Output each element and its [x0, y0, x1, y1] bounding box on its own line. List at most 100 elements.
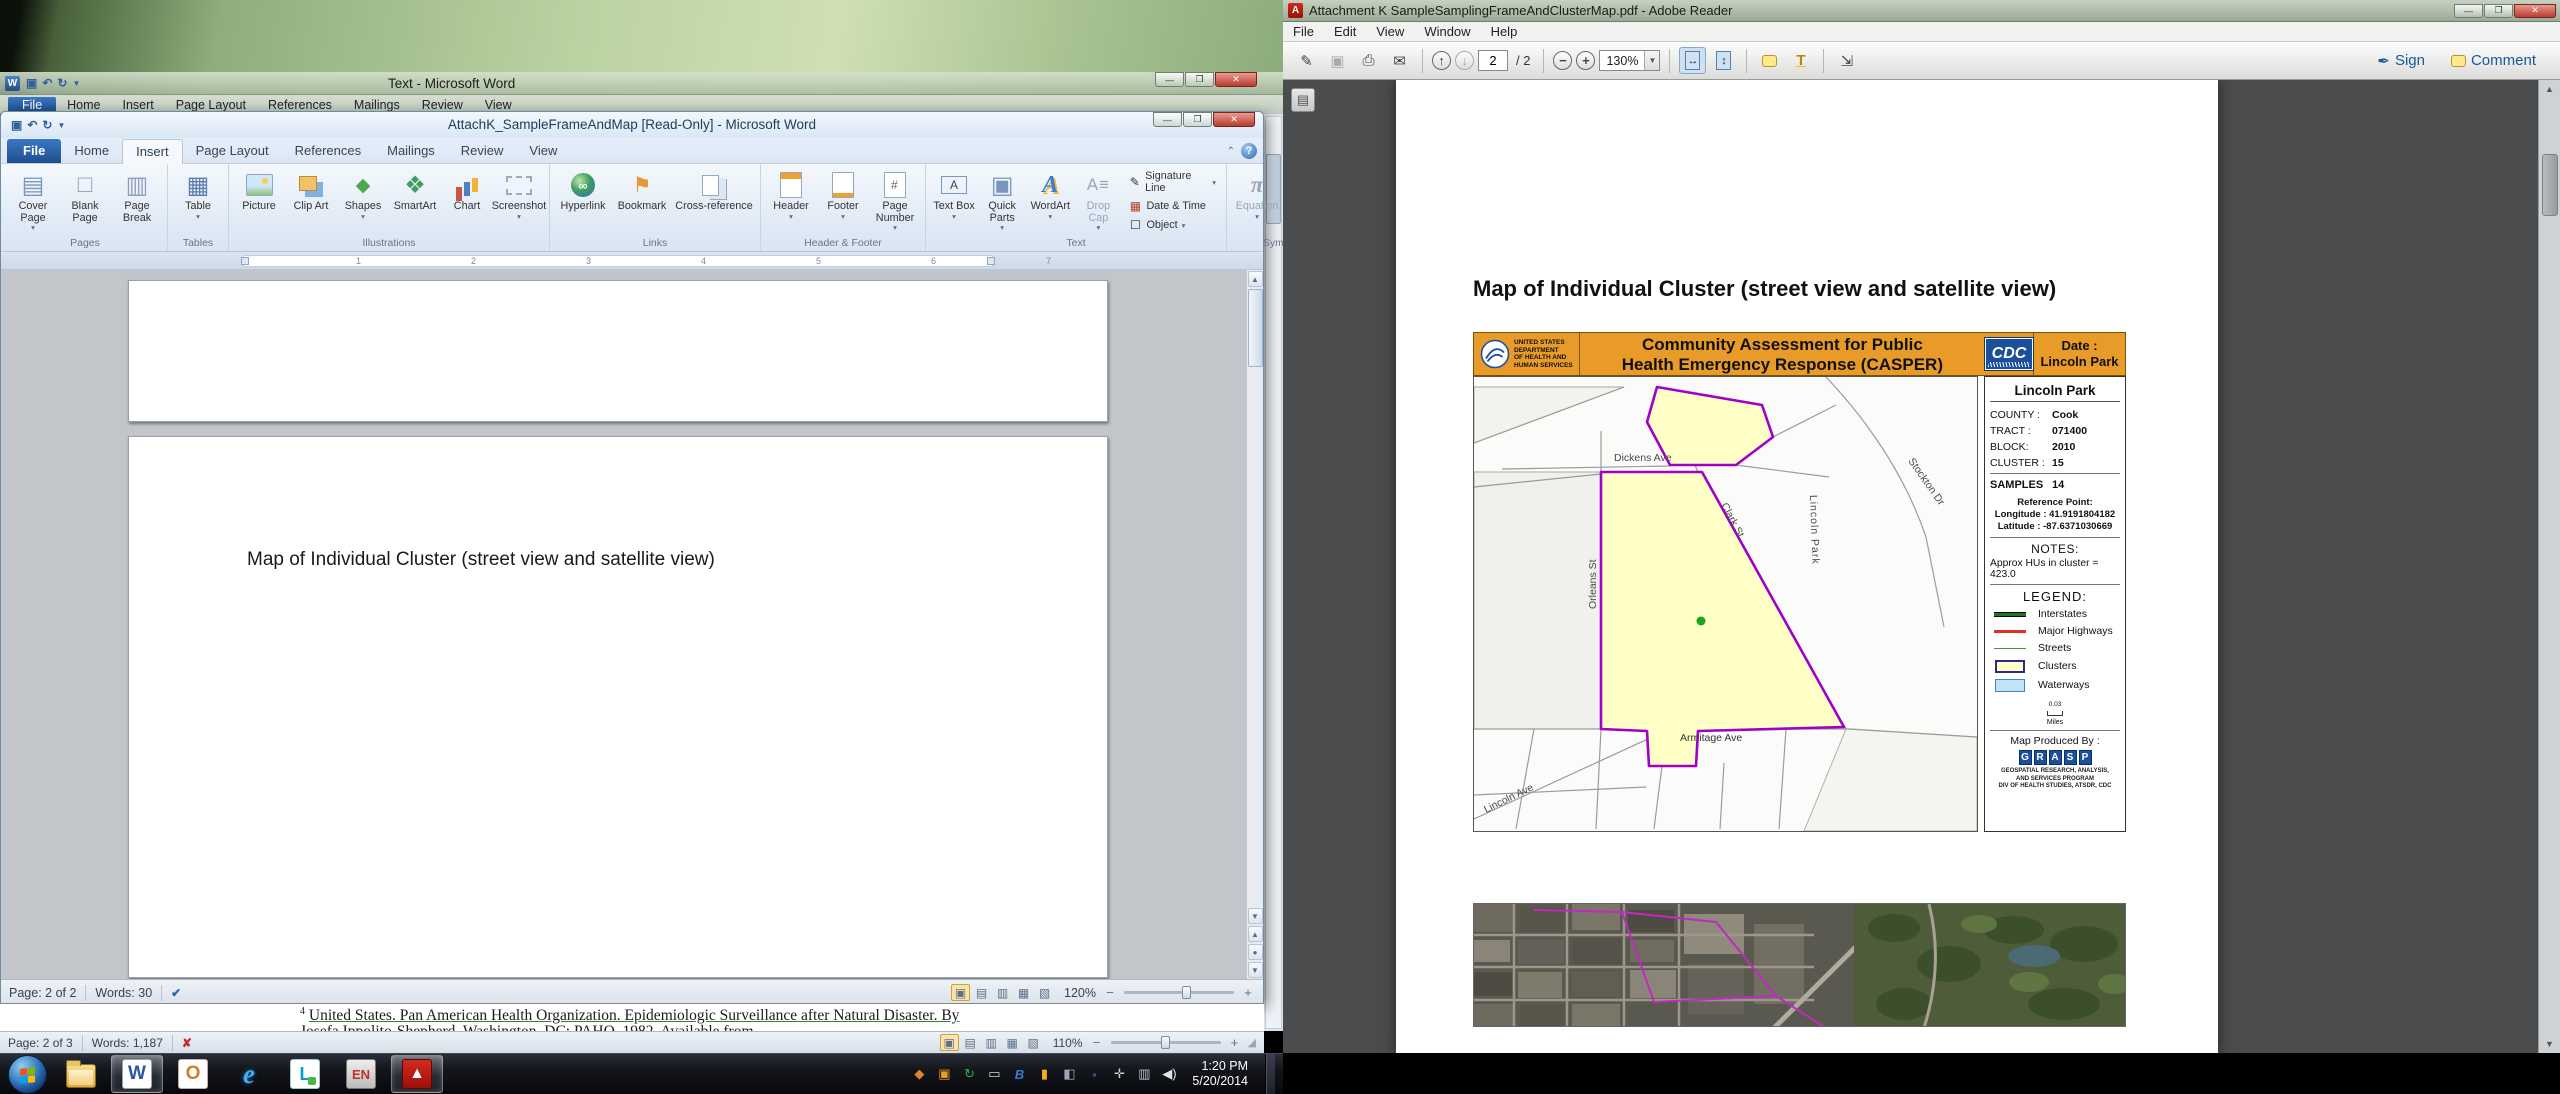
- web-layout-view-icon[interactable]: ▥: [993, 984, 1012, 1001]
- screenshot-button[interactable]: Screenshot▾: [494, 167, 544, 235]
- tray-display-icon[interactable]: ▭: [986, 1066, 1002, 1082]
- resize-grip[interactable]: ◢: [1248, 1036, 1256, 1049]
- help-icon[interactable]: ?: [1241, 143, 1257, 159]
- minimize-button[interactable]: —: [2454, 4, 2483, 18]
- print-icon[interactable]: ⎙︎: [1355, 47, 1382, 74]
- select-browse-object-icon[interactable]: ●: [1248, 944, 1263, 960]
- print-layout-view-icon[interactable]: ▣: [951, 984, 970, 1001]
- bookmark-button[interactable]: Bookmark: [613, 167, 671, 235]
- tab-view[interactable]: View: [516, 139, 570, 163]
- document-text[interactable]: Map of Individual Cluster (street view a…: [247, 549, 715, 571]
- cross-reference-button[interactable]: Cross-reference: [673, 167, 755, 235]
- signature-line-button[interactable]: ✎Signature Line▾: [1125, 169, 1219, 195]
- print-layout-view-icon[interactable]: ▣: [940, 1034, 959, 1051]
- start-button[interactable]: [8, 1055, 47, 1094]
- adobe-document-area[interactable]: ▤ Map of Individual Cluster (street view…: [1283, 80, 2560, 1053]
- zoom-level[interactable]: 110%: [1053, 1036, 1083, 1050]
- highlight-icon[interactable]: T: [1787, 47, 1814, 74]
- taskbar-item-internet-explorer[interactable]: e: [223, 1055, 275, 1093]
- blank-page-button[interactable]: Blank Page: [60, 167, 110, 235]
- picture-button[interactable]: Picture: [234, 167, 284, 235]
- tray-sync-icon[interactable]: ↻: [961, 1066, 977, 1082]
- tray-volume-icon[interactable]: ◀): [1161, 1066, 1177, 1082]
- fit-width-icon[interactable]: ↔: [1679, 47, 1706, 74]
- word-document-area[interactable]: Map of Individual Cluster (street view a…: [1, 270, 1263, 979]
- zoom-select[interactable]: 130% ▼: [1599, 50, 1660, 71]
- tab-page-layout[interactable]: Page Layout: [183, 139, 282, 163]
- outline-view-icon[interactable]: ▦: [1003, 1034, 1022, 1051]
- spellcheck-icon[interactable]: ✔: [171, 986, 181, 1000]
- word-count[interactable]: Words: 1,187: [92, 1036, 163, 1050]
- close-button[interactable]: ✕: [2514, 4, 2556, 18]
- tray-power-icon[interactable]: ✛: [1111, 1066, 1127, 1082]
- zoom-in-icon[interactable]: +: [1228, 1035, 1242, 1050]
- taskbar-item-outlook[interactable]: O: [167, 1055, 219, 1093]
- text-box-button[interactable]: Text Box▾: [931, 167, 977, 235]
- close-button[interactable]: ✕: [1213, 112, 1255, 127]
- scrollbar-thumb[interactable]: [2542, 154, 2558, 216]
- zoom-in-icon[interactable]: +: [1576, 51, 1595, 70]
- word-bg-scrollbar[interactable]: [1262, 114, 1283, 1031]
- undo-icon[interactable]: ↶: [42, 76, 52, 90]
- tray-app-icon[interactable]: ▪: [1086, 1067, 1102, 1082]
- zoom-out-icon[interactable]: −: [1103, 985, 1117, 1000]
- show-desktop-button[interactable]: [1265, 1054, 1275, 1094]
- qat-dropdown-icon[interactable]: ▼: [72, 79, 80, 88]
- sign-button[interactable]: ✒Sign: [2377, 52, 2425, 70]
- page-number-button[interactable]: Page Number▾: [870, 167, 920, 235]
- tray-bluetooth-icon[interactable]: B: [1011, 1067, 1027, 1082]
- zoom-level[interactable]: 120%: [1064, 986, 1096, 1000]
- chart-button[interactable]: Chart: [442, 167, 492, 235]
- scroll-up-icon[interactable]: ▲: [1248, 271, 1263, 287]
- indent-marker-left[interactable]: [241, 257, 249, 265]
- indent-marker-right[interactable]: [987, 257, 995, 265]
- pdf-page[interactable]: Map of Individual Cluster (street view a…: [1396, 80, 2218, 1053]
- document-page-1[interactable]: [128, 280, 1108, 422]
- fullscreen-view-icon[interactable]: ▤: [961, 1034, 980, 1051]
- taskbar-item-explorer[interactable]: [55, 1055, 107, 1093]
- fit-page-icon[interactable]: ↕: [1710, 47, 1737, 74]
- tab-mailings[interactable]: Mailings: [374, 139, 448, 163]
- page-break-button[interactable]: Page Break: [112, 167, 162, 235]
- word-count[interactable]: Words: 30: [95, 986, 152, 1000]
- redo-icon[interactable]: ↻: [57, 76, 67, 90]
- page-indicator[interactable]: Page: 2 of 2: [9, 986, 76, 1000]
- menu-window[interactable]: Window: [1414, 22, 1480, 41]
- page-number-input[interactable]: [1478, 50, 1508, 71]
- maximize-button[interactable]: ❐: [2484, 4, 2513, 18]
- quick-parts-button[interactable]: Quick Parts▾: [979, 167, 1025, 235]
- fullscreen-icon[interactable]: ⇲: [1833, 47, 1860, 74]
- save-icon[interactable]: ▣: [26, 76, 37, 90]
- taskbar-clock[interactable]: 1:20 PM 5/20/2014: [1192, 1059, 1248, 1089]
- spellcheck-error-icon[interactable]: ✘: [182, 1036, 192, 1050]
- menu-view[interactable]: View: [1366, 22, 1414, 41]
- tray-lock-icon[interactable]: ▮: [1036, 1066, 1052, 1082]
- adobe-scrollbar[interactable]: ▲ ▼: [2538, 80, 2560, 1053]
- zoom-slider[interactable]: [1111, 1041, 1221, 1044]
- zoom-out-icon[interactable]: −: [1090, 1035, 1104, 1050]
- clip-art-button[interactable]: Clip Art: [286, 167, 336, 235]
- wordart-button[interactable]: WordArt▾: [1027, 167, 1073, 235]
- menu-edit[interactable]: Edit: [1324, 22, 1366, 41]
- header-button[interactable]: Header▾: [766, 167, 816, 235]
- tab-references[interactable]: References: [282, 139, 374, 163]
- tray-office-icon[interactable]: ▣: [936, 1066, 952, 1082]
- minimize-button[interactable]: —: [1155, 72, 1184, 87]
- tab-insert[interactable]: Insert: [122, 139, 183, 164]
- page-indicator[interactable]: Page: 2 of 3: [8, 1036, 73, 1050]
- zoom-in-icon[interactable]: +: [1241, 985, 1255, 1000]
- word-scrollbar[interactable]: ▲ ▼ ▲ ● ▼: [1246, 270, 1263, 979]
- zoom-dropdown-caret[interactable]: ▼: [1644, 51, 1659, 70]
- minimize-ribbon-icon[interactable]: ⌃: [1227, 146, 1235, 157]
- tab-review[interactable]: Review: [448, 139, 517, 163]
- zoom-slider-thumb[interactable]: [1161, 1036, 1170, 1049]
- taskbar-item-lync[interactable]: L: [279, 1055, 331, 1093]
- navigation-pane-icon[interactable]: ▤: [1291, 88, 1315, 112]
- comment-bubble-icon[interactable]: [1756, 47, 1783, 74]
- date-time-button[interactable]: ▦Date & Time: [1125, 198, 1219, 214]
- draft-view-icon[interactable]: ▧: [1024, 1034, 1043, 1051]
- next-page-icon[interactable]: ▼: [1248, 962, 1263, 978]
- scroll-down-icon[interactable]: ▼: [1248, 908, 1263, 924]
- save-icon[interactable]: ▣: [1324, 47, 1351, 74]
- tray-network-icon[interactable]: ▥: [1136, 1066, 1152, 1082]
